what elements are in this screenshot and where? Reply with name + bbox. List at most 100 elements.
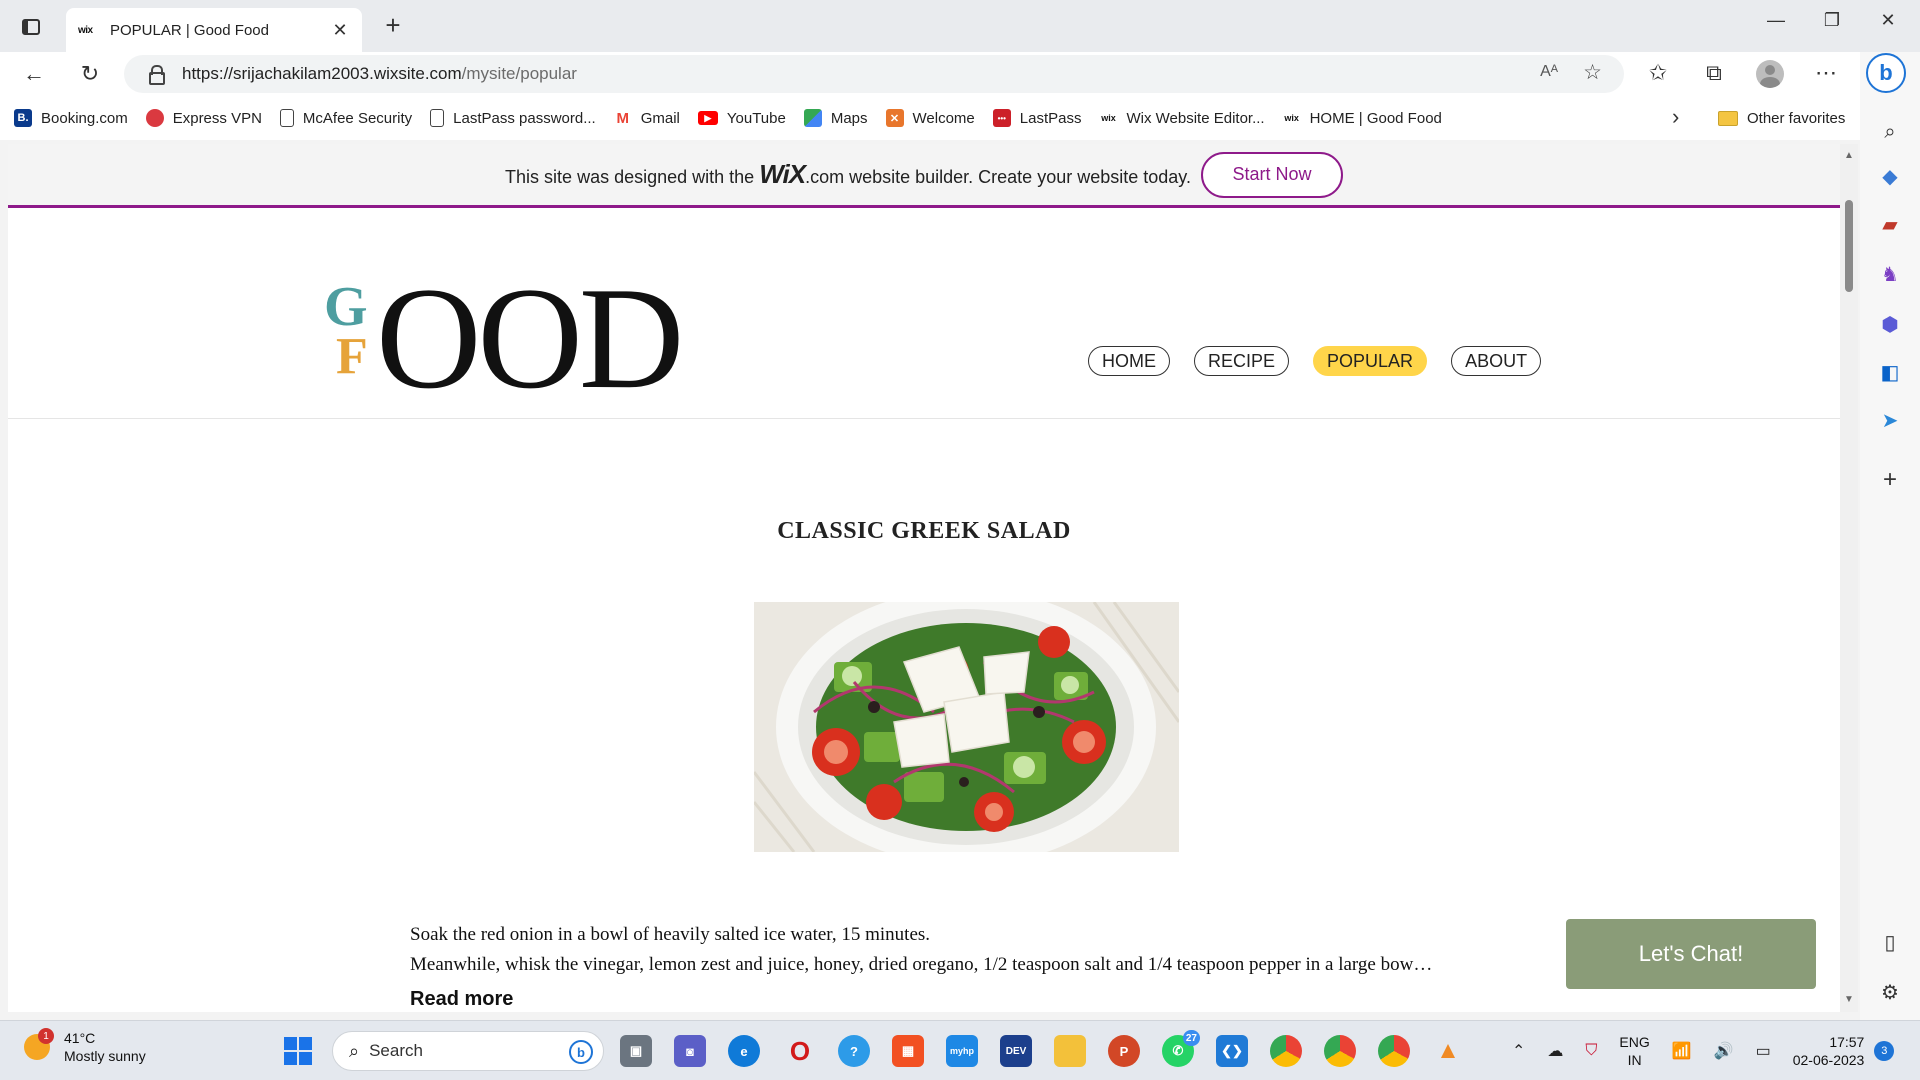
task-view-icon[interactable]: ▣: [620, 1035, 652, 1067]
notifications-badge[interactable]: 3: [1874, 1041, 1895, 1061]
taskbar-search[interactable]: ⌕ Search b: [332, 1031, 604, 1071]
active-tab[interactable]: wix POPULAR | Good Food ✕: [66, 8, 362, 52]
nav-recipe[interactable]: RECIPE: [1194, 346, 1290, 376]
address-bar[interactable]: https://srijachakilam2003.wixsite.com/my…: [124, 55, 1624, 93]
onedrive-cloud-icon[interactable]: ☁: [1547, 1041, 1563, 1061]
logo-g: G: [324, 276, 368, 338]
games-chess-icon[interactable]: ♞: [1878, 262, 1902, 286]
bookmark-mcafee[interactable]: McAfee Security: [279, 109, 412, 127]
bookmark-youtube[interactable]: ▶ YouTube: [697, 109, 786, 127]
lets-chat-button[interactable]: Let's Chat!: [1566, 919, 1816, 989]
bookmark-wix-editor[interactable]: wix Wix Website Editor...: [1099, 109, 1264, 127]
vscode-icon[interactable]: ❮❯: [1216, 1035, 1248, 1067]
shopping-tag-icon[interactable]: ◆: [1878, 164, 1902, 188]
close-window-icon[interactable]: ✕: [1868, 10, 1908, 31]
tools-briefcase-icon[interactable]: ▰: [1878, 212, 1902, 236]
dev-icon[interactable]: DEV: [1000, 1035, 1032, 1067]
sidebar-layout-icon: [22, 19, 40, 35]
windows-start-icon[interactable]: [284, 1037, 312, 1065]
help-icon[interactable]: ?: [838, 1035, 870, 1067]
post-line-1: Soak the red onion in a bowl of heavily …: [410, 924, 931, 945]
wix-icon: wix: [1101, 113, 1116, 123]
nav-home[interactable]: HOME: [1088, 346, 1170, 376]
scroll-down-icon[interactable]: ▼: [1844, 994, 1854, 1005]
chevron-up-icon[interactable]: ⌃: [1512, 1041, 1525, 1061]
url-host: https://srijachakilam2003.wixsite.com: [182, 64, 462, 83]
bookmark-label: LastPass: [1019, 109, 1082, 127]
weather-widget[interactable]: 1 41°C Mostly sunny: [24, 1028, 146, 1065]
clock[interactable]: 17:57 02-06-2023: [1793, 1033, 1865, 1069]
bookmark-label: Express VPN: [172, 109, 262, 127]
logo-ood: OOD: [376, 257, 684, 419]
read-more-link[interactable]: Read more: [410, 984, 1510, 1012]
file-explorer-icon[interactable]: [1054, 1035, 1086, 1067]
mcafee-shield-icon[interactable]: ⛉: [1585, 1042, 1597, 1060]
logo-f: F: [336, 328, 368, 385]
close-tab-icon[interactable]: ✕: [330, 20, 350, 41]
nav-about[interactable]: ABOUT: [1451, 346, 1542, 376]
hide-sidebar-icon[interactable]: ▯: [1878, 930, 1902, 954]
bookmark-maps[interactable]: Maps: [803, 109, 868, 127]
send-drop-icon[interactable]: ➤: [1878, 408, 1902, 432]
scroll-up-icon[interactable]: ▲: [1844, 150, 1854, 161]
bookmark-lastpass[interactable]: ••• LastPass: [992, 109, 1082, 127]
bing-chat-icon[interactable]: b: [1866, 53, 1906, 93]
lock-icon[interactable]: [148, 65, 165, 85]
edge-icon[interactable]: e: [728, 1035, 760, 1067]
opera-icon[interactable]: O: [784, 1035, 816, 1067]
read-aloud-icon[interactable]: Aᴬ: [1540, 63, 1558, 81]
chevron-right-icon[interactable]: ›: [1672, 104, 1679, 130]
wifi-icon[interactable]: 📶: [1672, 1041, 1692, 1061]
profile-avatar[interactable]: [1756, 60, 1784, 88]
myhp-icon[interactable]: myhp: [946, 1035, 978, 1067]
refresh-icon[interactable]: ↻: [74, 58, 106, 90]
microsoft-store-icon[interactable]: ▦: [892, 1035, 924, 1067]
chrome-profile-s-icon[interactable]: [1378, 1035, 1410, 1067]
scroll-thumb[interactable]: [1845, 200, 1853, 292]
more-options-icon[interactable]: ⋯: [1810, 60, 1842, 86]
language-indicator[interactable]: ENG IN: [1619, 1033, 1649, 1069]
bookmark-label: LastPass password...: [453, 109, 596, 127]
favorites-icon[interactable]: ✩: [1642, 60, 1674, 86]
url-text[interactable]: https://srijachakilam2003.wixsite.com/my…: [182, 64, 577, 84]
vlc-icon[interactable]: ▲: [1432, 1035, 1464, 1067]
lastpass-icon: •••: [992, 109, 1011, 127]
volume-icon[interactable]: 🔊: [1714, 1041, 1734, 1061]
other-favorites[interactable]: Other favorites: [1718, 96, 1845, 140]
back-arrow-icon[interactable]: ←: [18, 58, 50, 90]
greek-salad-image[interactable]: [754, 602, 1179, 852]
good-food-logo[interactable]: G F OOD: [324, 265, 724, 411]
bookmark-welcome[interactable]: ✕ Welcome: [885, 109, 975, 127]
start-now-button[interactable]: Start Now: [1200, 151, 1343, 198]
lang-region: IN: [1627, 1052, 1642, 1068]
minimize-icon[interactable]: —: [1756, 10, 1796, 31]
bookmark-lastpass-password[interactable]: LastPass password...: [430, 109, 596, 127]
sidebar-settings-gear-icon[interactable]: ⚙: [1878, 980, 1902, 1004]
battery-icon[interactable]: ▭: [1756, 1041, 1771, 1061]
bookmark-label: Welcome: [912, 109, 975, 127]
powerpoint-icon[interactable]: P: [1108, 1035, 1140, 1067]
page-scrollbar[interactable]: ▲ ▼: [1840, 144, 1858, 1012]
add-favorite-star-icon[interactable]: ☆: [1583, 60, 1602, 85]
teams-chat-icon[interactable]: ◙: [674, 1035, 706, 1067]
outlook-icon[interactable]: ◧: [1878, 360, 1902, 384]
tab-actions-button[interactable]: [14, 14, 48, 40]
microsoft365-icon[interactable]: ⬢: [1878, 312, 1902, 336]
bookmark-label: YouTube: [726, 109, 786, 127]
bookmark-gmail[interactable]: M Gmail: [614, 109, 680, 127]
page-icon: [279, 109, 294, 127]
chrome-profile-b-icon[interactable]: [1324, 1035, 1356, 1067]
search-icon[interactable]: ⌕: [1878, 120, 1902, 144]
nav-popular[interactable]: POPULAR: [1313, 346, 1428, 376]
bookmark-label: Gmail: [640, 109, 680, 127]
bookmark-home-good-food[interactable]: wix HOME | Good Food: [1283, 109, 1442, 127]
bookmark-expressvpn[interactable]: Express VPN: [145, 109, 262, 127]
restore-icon[interactable]: ❐: [1812, 10, 1852, 31]
add-sidebar-app-icon[interactable]: +: [1878, 466, 1902, 493]
chrome-profile-a-icon[interactable]: [1270, 1035, 1302, 1067]
banner-suffix: website builder. Create your website tod…: [844, 167, 1191, 187]
bookmark-booking[interactable]: B. Booking.com: [14, 109, 128, 127]
whatsapp-icon[interactable]: ✆ 27: [1162, 1030, 1200, 1067]
new-tab-button[interactable]: +: [378, 10, 408, 41]
collections-icon[interactable]: ⧉: [1698, 60, 1730, 86]
